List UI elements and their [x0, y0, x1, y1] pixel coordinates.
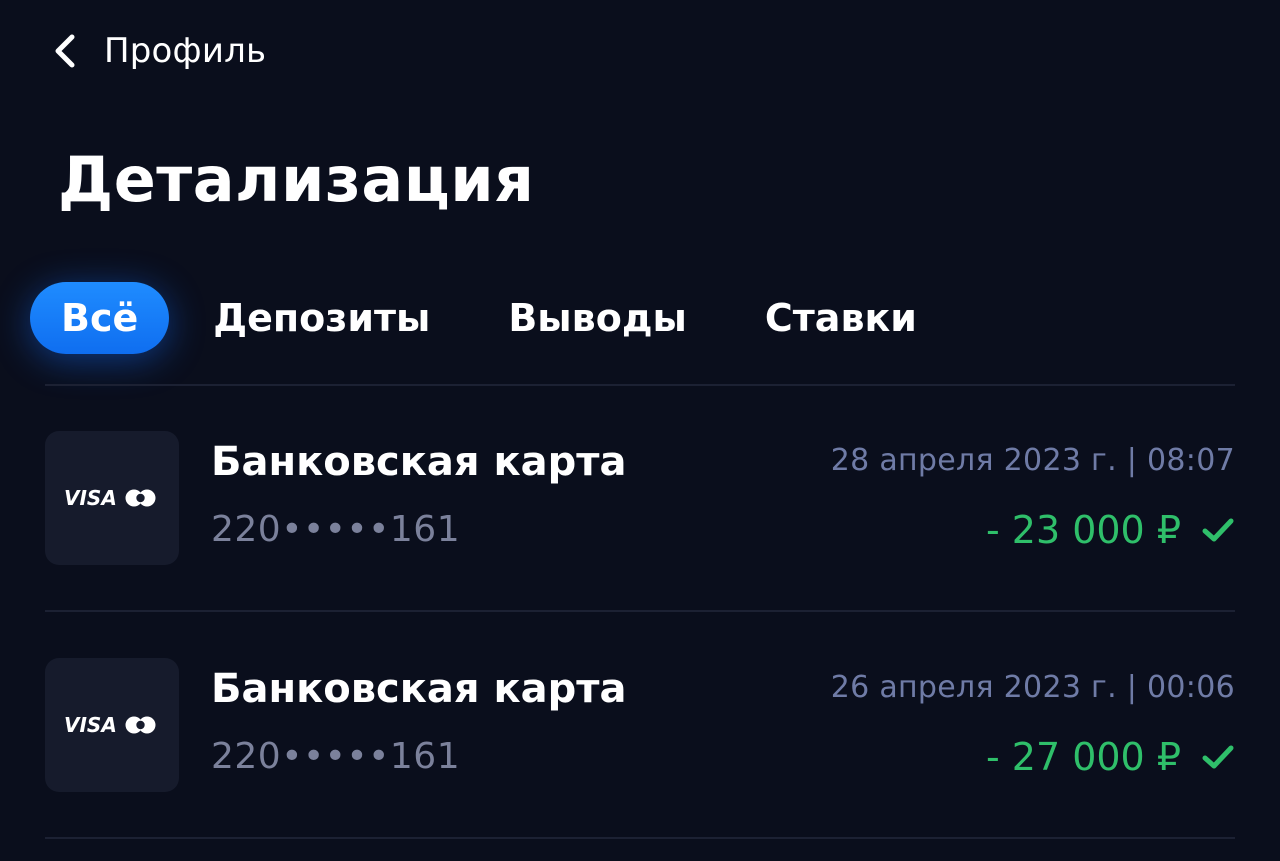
chevron-left-icon: [55, 34, 75, 68]
transaction-amount: - 23 000 ₽: [985, 508, 1181, 552]
card-number: 220•••••161: [211, 509, 461, 550]
divider: [45, 610, 1235, 612]
back-label: Профиль: [104, 31, 267, 71]
tab-bets[interactable]: Ставки: [765, 282, 917, 354]
checkmark-icon: [1202, 745, 1234, 769]
page-title: Детализация: [58, 143, 535, 216]
visa-mastercard-icon: VISA: [64, 486, 156, 510]
card-logo: VISA: [45, 658, 179, 792]
transaction-date: 26 апреля 2023 г. | 00:06: [830, 670, 1235, 705]
amount-row: - 23 000 ₽: [986, 507, 1235, 553]
visa-mastercard-icon: VISA: [64, 713, 156, 737]
transaction-date: 28 апреля 2023 г. | 08:07: [830, 443, 1235, 478]
svg-text:VISA: VISA: [64, 713, 117, 737]
transaction-row[interactable]: VISA Банковская карта 220•••••161 28 апр…: [45, 431, 1235, 567]
filter-tabs: Всё Депозиты Выводы Ставки: [30, 282, 917, 354]
tab-deposits[interactable]: Депозиты: [213, 282, 430, 354]
amount-row: - 27 000 ₽: [986, 734, 1235, 780]
card-logo: VISA: [45, 431, 179, 565]
divider: [45, 384, 1235, 386]
card-number: 220•••••161: [211, 736, 461, 777]
checkmark-icon: [1202, 518, 1234, 542]
divider: [45, 837, 1235, 839]
back-button[interactable]: Профиль: [52, 28, 266, 74]
tab-withdrawals[interactable]: Выводы: [508, 282, 687, 354]
transaction-method: Банковская карта: [211, 666, 627, 712]
transaction-amount: - 27 000 ₽: [985, 735, 1181, 779]
transaction-row[interactable]: VISA Банковская карта 220•••••161 26 апр…: [45, 658, 1235, 794]
transaction-method: Банковская карта: [211, 439, 627, 485]
svg-text:VISA: VISA: [64, 486, 117, 510]
tab-all[interactable]: Всё: [30, 282, 170, 354]
